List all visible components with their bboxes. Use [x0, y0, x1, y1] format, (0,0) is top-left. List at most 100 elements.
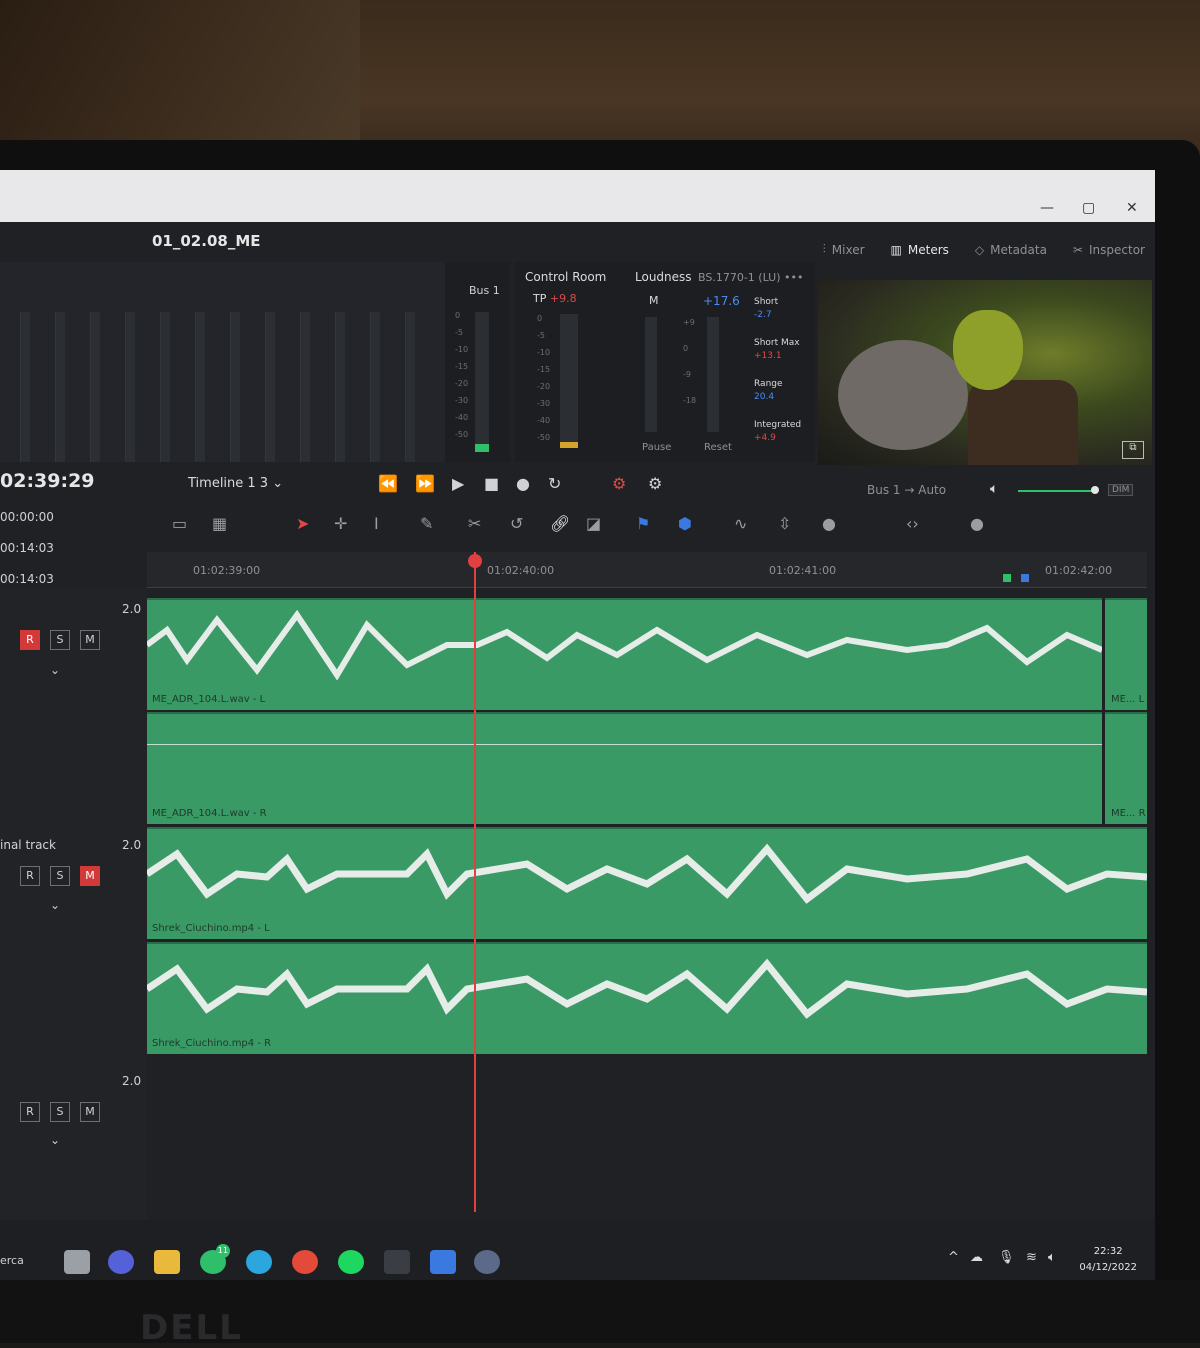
pen-tool-icon[interactable]: ✎	[420, 514, 433, 533]
taskbar: erca 11 ^ ☁ 🎙︎ ≋ 🔈︎ 22:32 04/12/2022	[0, 1220, 1155, 1280]
record-arm-button[interactable]: R	[20, 1102, 40, 1122]
ruler-tick: 01:02:42:00	[1045, 564, 1113, 577]
volume-slider-handle[interactable]	[1091, 486, 1099, 494]
resolve-fairlight-page: 01_02.08_ME ⫶ Mixer ▥ Meters ◇ Metadata ✂ In…	[0, 222, 1155, 1228]
timecode-row: 00:00:00	[0, 510, 54, 524]
volume-slider[interactable]	[1018, 490, 1096, 492]
stop-button[interactable]: ■	[484, 474, 499, 493]
automation-settings-icon[interactable]: ⚙	[648, 474, 662, 493]
reset-button[interactable]: Reset	[704, 442, 732, 453]
snap-icon[interactable]: ↺	[510, 514, 523, 533]
track-headers: 2.0 R S M ⌄ inal track 2.0 R S M ⌄ 2.0 R…	[0, 588, 147, 1228]
control-room-meter	[560, 314, 578, 448]
razor-icon[interactable]: ✂	[468, 514, 481, 533]
bus-auto-routing[interactable]: Bus 1 → Auto	[867, 483, 946, 497]
record-arm-button[interactable]: R	[20, 630, 40, 650]
marker-icon[interactable]: ⬢	[678, 514, 692, 533]
loudness-title: Loudness	[635, 270, 692, 284]
tab-metadata[interactable]: ◇ Metadata	[975, 242, 1047, 257]
play-button[interactable]: ▶	[452, 474, 464, 493]
zoom-horizontal-icon[interactable]: ‹›	[906, 514, 919, 533]
rewind-button[interactable]: ⏪	[378, 474, 398, 493]
davinci-resolve-icon[interactable]	[384, 1250, 410, 1274]
pointer-tool-icon[interactable]: ➤	[296, 514, 309, 533]
loudness-standard[interactable]: BS.1770-1 (LU) •••	[698, 271, 803, 284]
dot-icon[interactable]: ●	[970, 514, 984, 533]
track-meters-panel	[0, 262, 445, 462]
automation-icon[interactable]: ⚙	[612, 474, 626, 493]
edit-tool-icon[interactable]: I	[374, 514, 379, 533]
record-arm-button[interactable]: R	[20, 866, 40, 886]
chevron-down-icon[interactable]: ⌄	[50, 898, 60, 912]
viewer-mode-icon[interactable]: ⧉	[1122, 441, 1144, 459]
chevron-down-icon[interactable]: ⌄	[50, 663, 60, 677]
flat-waveform	[147, 744, 1102, 745]
ruler-tick: 01:02:39:00	[193, 564, 261, 577]
zoom-vertical-icon[interactable]: ⇳	[778, 514, 791, 533]
audio-clip[interactable]: ME... L	[1105, 598, 1147, 710]
project-title: 01_02.08_ME	[152, 232, 261, 250]
solo-button[interactable]: S	[50, 630, 70, 650]
track-name[interactable]: inal track	[0, 838, 56, 852]
link-icon[interactable]: 🔗︎	[550, 514, 570, 533]
speaker-icon[interactable]: 🔈︎	[990, 481, 998, 497]
teams-icon[interactable]	[108, 1250, 134, 1274]
spotify-icon[interactable]	[338, 1250, 364, 1274]
notepad-icon[interactable]	[430, 1250, 456, 1274]
minimize-button[interactable]: —	[1040, 200, 1054, 216]
metadata-icon: ◇	[974, 242, 985, 257]
timeline-ruler[interactable]: 01:02:39:00 01:02:40:00 01:02:41:00 01:0…	[147, 552, 1147, 588]
audio-clip[interactable]: ME_ADR_104.L.wav - R	[147, 712, 1102, 824]
loudness-scale: +9 0 -9 -18	[683, 318, 697, 405]
chrome-icon[interactable]	[292, 1250, 318, 1274]
playhead[interactable]	[474, 552, 476, 1212]
timeline-selector[interactable]: Timeline 1 3 ⌄	[188, 476, 283, 491]
audio-clip[interactable]: ME... R	[1105, 712, 1147, 824]
grid-view-icon[interactable]: ▦	[212, 514, 227, 533]
tab-inspector[interactable]: ✂ Inspector	[1073, 242, 1145, 257]
task-view-icon[interactable]	[64, 1250, 90, 1274]
chevron-down-icon[interactable]: ⌄	[50, 1133, 60, 1147]
onedrive-icon[interactable]: ☁	[970, 1250, 983, 1265]
tab-meters[interactable]: ▥ Meters	[891, 242, 949, 257]
mute-button[interactable]: M	[80, 630, 100, 650]
playhead-handle[interactable]	[468, 554, 482, 568]
solo-button[interactable]: S	[50, 1102, 70, 1122]
system-clock[interactable]: 22:32 04/12/2022	[1079, 1244, 1137, 1276]
speaker-icon[interactable]: 🔈︎	[1048, 1250, 1056, 1265]
solo-button[interactable]: S	[50, 866, 70, 886]
range-tool-icon[interactable]: ✛	[334, 514, 347, 533]
marker-blue[interactable]	[1021, 574, 1029, 582]
pause-button[interactable]: Pause	[642, 442, 671, 453]
audio-clip[interactable]: ME_ADR_104.L.wav - L	[147, 598, 1102, 710]
dot-icon[interactable]: ●	[822, 514, 836, 533]
video-frame-figure	[968, 380, 1078, 465]
file-explorer-icon[interactable]	[154, 1250, 180, 1274]
marker-green[interactable]	[1003, 574, 1011, 582]
settings-icon[interactable]	[474, 1250, 500, 1274]
audio-clip[interactable]: Shrek_Ciuchino.mp4 - L	[147, 827, 1147, 939]
dim-button[interactable]: DIM	[1108, 484, 1134, 496]
tab-mixer[interactable]: ⫶ Mixer	[823, 242, 865, 257]
view-toggle-icon[interactable]: ▭	[172, 514, 187, 533]
flag-icon[interactable]: ⚑	[636, 514, 650, 533]
audio-scrub-icon[interactable]: ∿	[734, 514, 747, 533]
audio-clip[interactable]: Shrek_Ciuchino.mp4 - R	[147, 942, 1147, 1054]
mute-button[interactable]: M	[80, 1102, 100, 1122]
search-box[interactable]: erca	[0, 1254, 24, 1267]
chevron-up-icon[interactable]: ^	[948, 1250, 959, 1265]
track-meter	[335, 312, 345, 462]
record-button[interactable]: ●	[516, 474, 530, 493]
wifi-icon[interactable]: ≋	[1026, 1250, 1037, 1265]
control-room-title: Control Room	[525, 270, 607, 284]
fast-forward-button[interactable]: ⏩	[415, 474, 435, 493]
loop-button[interactable]: ↻	[548, 474, 561, 493]
mute-button[interactable]: M	[80, 866, 100, 886]
loudness-meter	[707, 317, 719, 432]
waveform	[147, 610, 1102, 680]
telegram-icon[interactable]	[246, 1250, 272, 1274]
close-button[interactable]: ✕	[1126, 200, 1138, 216]
microphone-icon[interactable]: 🎙︎	[998, 1250, 1015, 1265]
waveform-view-icon[interactable]: ◪	[586, 514, 601, 533]
maximize-button[interactable]: ▢	[1082, 200, 1095, 216]
